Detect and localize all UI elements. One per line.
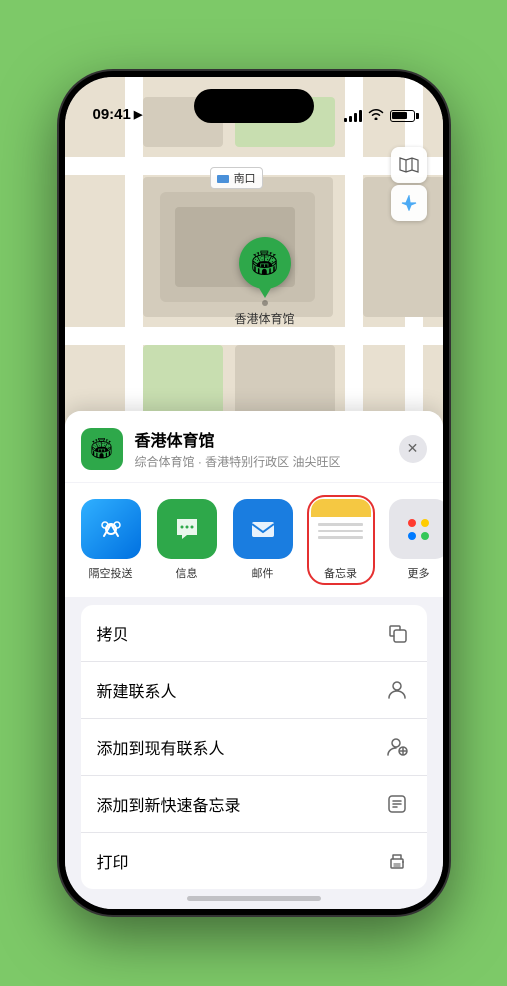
person-icon (383, 676, 411, 704)
venue-name: 香港体育馆 (135, 427, 387, 451)
action-print-label: 打印 (97, 849, 129, 873)
location-icon: ▶ (134, 108, 142, 121)
sheet-header: 🏟 香港体育馆 综合体育馆 · 香港特别行政区 油尖旺区 ✕ (65, 411, 443, 482)
action-add-contact-label: 新建联系人 (97, 678, 177, 702)
venue-info: 香港体育馆 综合体育馆 · 香港特别行政区 油尖旺区 (135, 427, 387, 470)
share-label-more: 更多 (408, 565, 430, 581)
share-label-mail: 邮件 (252, 565, 274, 581)
share-label-notes: 备忘录 (324, 565, 357, 581)
signal-bars (344, 110, 362, 122)
action-print[interactable]: 打印 (81, 833, 427, 889)
venue-desc: 综合体育馆 · 香港特别行政区 油尖旺区 (135, 453, 387, 470)
share-item-airdrop[interactable]: 隔空投送 (81, 499, 141, 581)
action-copy-label: 拷贝 (97, 621, 129, 645)
print-icon (383, 847, 411, 875)
share-label-airdrop: 隔空投送 (89, 565, 133, 581)
map-type-button[interactable] (391, 147, 427, 183)
copy-icon (383, 619, 411, 647)
action-add-existing[interactable]: 添加到现有联系人 (81, 719, 427, 776)
action-add-note-label: 添加到新快速备忘录 (97, 792, 241, 816)
status-icons (344, 108, 415, 123)
person-add-icon (383, 733, 411, 761)
share-item-mail[interactable]: 邮件 (233, 499, 293, 581)
venue-icon: 🏟 (81, 428, 123, 470)
wifi-icon (368, 108, 384, 123)
status-time: 09:41 ▶ (93, 106, 143, 123)
battery-icon (390, 110, 415, 122)
dynamic-island (194, 89, 314, 123)
share-row: 隔空投送 信息 (65, 483, 443, 597)
note-icon (383, 790, 411, 818)
share-item-notes[interactable]: 备忘录 (309, 497, 373, 583)
location-pin: 🏟 香港体育馆 (235, 237, 295, 327)
action-add-note[interactable]: 添加到新快速备忘录 (81, 776, 427, 833)
pin-label: 香港体育馆 (235, 310, 295, 327)
share-item-messages[interactable]: 信息 (157, 499, 217, 581)
location-button[interactable] (391, 185, 427, 221)
action-add-contact[interactable]: 新建联系人 (81, 662, 427, 719)
share-item-more[interactable]: 更多 (389, 499, 443, 581)
home-indicator (187, 896, 321, 901)
map-controls[interactable] (391, 147, 427, 221)
action-add-existing-label: 添加到现有联系人 (97, 735, 225, 759)
map-label: 南口 (210, 167, 263, 189)
bottom-sheet: 🏟 香港体育馆 综合体育馆 · 香港特别行政区 油尖旺区 ✕ (65, 411, 443, 909)
phone-frame: 09:41 ▶ (59, 71, 449, 915)
share-label-messages: 信息 (176, 565, 198, 581)
close-button[interactable]: ✕ (399, 435, 427, 463)
phone-screen: 09:41 ▶ (65, 77, 443, 909)
action-copy[interactable]: 拷贝 (81, 605, 427, 662)
action-list: 拷贝 新建联系人 (81, 605, 427, 889)
